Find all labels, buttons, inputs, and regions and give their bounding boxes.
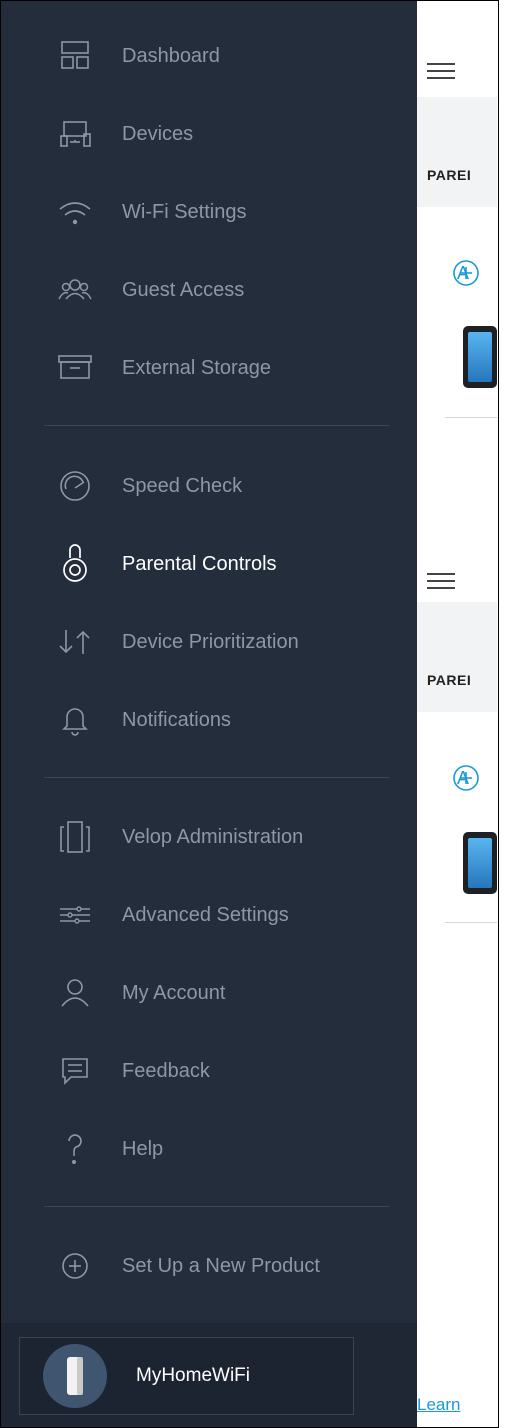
- sidebar-item-label: External Storage: [122, 357, 271, 379]
- sidebar-item-my-account[interactable]: My Account: [1, 961, 417, 1025]
- sidebar-item-label: Help: [122, 1138, 164, 1160]
- storage-icon: [55, 350, 95, 386]
- sidebar-item-label: Set Up a New Product: [122, 1255, 320, 1277]
- phone-device-icon: [463, 326, 497, 388]
- wifi-icon: [55, 194, 95, 230]
- learn-more-link[interactable]: Learn: [417, 1395, 460, 1415]
- sidebar-item-label: Dashboard: [122, 45, 220, 67]
- sidebar-item-notifications[interactable]: Notifications: [1, 688, 417, 752]
- menu-icon[interactable]: [427, 63, 455, 79]
- sliders-icon: [55, 897, 95, 933]
- navigation-drawer: Dashboard Devices Wi-Fi Settings Guest A…: [1, 1, 417, 1427]
- sidebar-item-feedback[interactable]: Feedback: [1, 1039, 417, 1103]
- sidebar-item-label: Feedback: [122, 1060, 210, 1082]
- sidebar-item-label: Parental Controls: [122, 553, 277, 575]
- user-icon: [55, 975, 95, 1011]
- devices-icon: [55, 116, 95, 152]
- sidebar-item-speed-check[interactable]: Speed Check: [1, 454, 417, 518]
- velop-node-icon: [55, 819, 95, 855]
- velop-node-avatar: [43, 1344, 107, 1408]
- sidebar-divider: [44, 425, 389, 426]
- row-divider: [445, 922, 497, 923]
- row-divider: [445, 417, 497, 418]
- menu-icon[interactable]: [427, 573, 455, 589]
- sidebar-item-label: Device Prioritization: [122, 631, 299, 653]
- sidebar-item-help[interactable]: Help: [1, 1117, 417, 1181]
- section-title: PAREI: [427, 167, 472, 183]
- sidebar-item-label: Wi-Fi Settings: [122, 201, 247, 223]
- sidebar-item-set-up-new-product[interactable]: Set Up a New Product: [1, 1234, 417, 1298]
- plus-circle-icon: [55, 1248, 95, 1284]
- guest-access-icon: [55, 272, 95, 308]
- sidebar-item-dashboard[interactable]: Dashboard: [1, 24, 417, 88]
- phone-device-icon: [463, 832, 497, 894]
- sidebar-item-external-storage[interactable]: External Storage: [1, 336, 417, 400]
- help-icon: [55, 1131, 95, 1167]
- sidebar-item-label: Advanced Settings: [122, 904, 289, 926]
- sidebar-item-label: My Account: [122, 982, 226, 1004]
- sidebar-item-guest-access[interactable]: Guest Access: [1, 258, 417, 322]
- sidebar-item-parental-controls[interactable]: Parental Controls: [1, 532, 417, 596]
- add-label: A: [457, 768, 470, 788]
- section-header-band: [417, 602, 497, 712]
- sidebar-item-label: Notifications: [122, 709, 231, 731]
- sidebar-item-label: Guest Access: [122, 279, 245, 301]
- bell-icon: [55, 702, 95, 738]
- sidebar-divider: [44, 1206, 389, 1207]
- lock-icon: [55, 540, 95, 584]
- sidebar-item-label: Velop Administration: [122, 826, 304, 848]
- sidebar-item-advanced-settings[interactable]: Advanced Settings: [1, 883, 417, 947]
- feedback-icon: [55, 1053, 95, 1089]
- sidebar-item-label: Devices: [122, 123, 194, 145]
- network-selector[interactable]: MyHomeWiFi: [19, 1337, 354, 1415]
- sidebar-item-velop-administration[interactable]: Velop Administration: [1, 805, 417, 869]
- sidebar-item-device-prioritization[interactable]: Device Prioritization: [1, 610, 417, 674]
- sidebar-item-devices[interactable]: Devices: [1, 102, 417, 166]
- section-header-band: [417, 97, 497, 207]
- section-title: PAREI: [427, 672, 472, 688]
- speedometer-icon: [55, 468, 95, 504]
- sidebar-item-label: Speed Check: [122, 475, 243, 497]
- dashboard-icon: [55, 38, 95, 74]
- sidebar-divider: [44, 777, 389, 778]
- network-name: MyHomeWiFi: [136, 1365, 250, 1386]
- priority-arrows-icon: [55, 624, 95, 660]
- main-content-peek: PAREI A PAREI A Learn: [417, 1, 497, 1427]
- add-label: A: [457, 263, 470, 283]
- sidebar-item-wifi-settings[interactable]: Wi-Fi Settings: [1, 180, 417, 244]
